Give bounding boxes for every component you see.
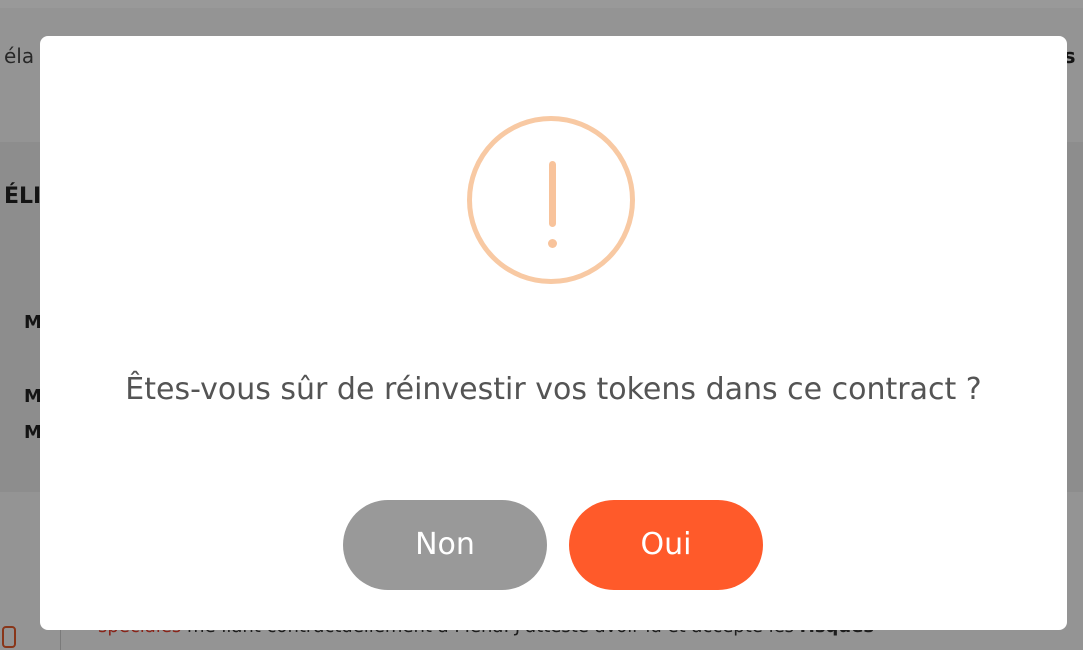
exclamation-bar: [549, 161, 556, 227]
exclamation-dot: [548, 239, 557, 248]
cancel-button[interactable]: Non: [343, 500, 547, 590]
confirm-dialog: Êtes-vous sûr de réinvestir vos tokens d…: [40, 36, 1067, 630]
dialog-message: Êtes-vous sûr de réinvestir vos tokens d…: [125, 372, 982, 407]
exclamation-warning-icon: [467, 116, 635, 284]
confirm-button[interactable]: Oui: [569, 500, 763, 590]
